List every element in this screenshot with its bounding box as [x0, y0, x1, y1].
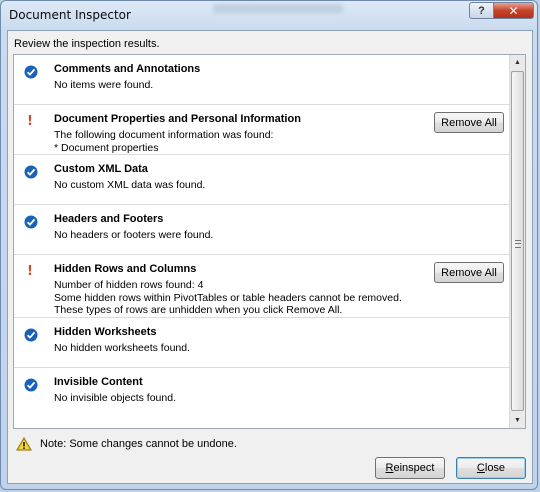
result-description: Number of hidden rows found: 4 Some hidde…	[54, 279, 402, 317]
vertical-scrollbar[interactable]: ▲ ▼	[509, 55, 525, 428]
result-title: Document Properties and Personal Informa…	[54, 113, 301, 125]
result-description: No custom XML data was found.	[54, 179, 205, 192]
result-title: Hidden Rows and Columns	[54, 263, 197, 275]
result-description: No invisible objects found.	[54, 392, 176, 405]
result-item: Headers and Footers No headers or footers…	[14, 205, 510, 255]
grip-icon	[515, 240, 521, 248]
exclamation-icon: !	[27, 114, 33, 129]
result-description: No headers or footers were found.	[54, 229, 213, 242]
result-description-line: No headers or footers were found.	[54, 229, 214, 241]
result-item: Comments and Annotations No items were fo…	[14, 55, 510, 105]
scroll-thumb[interactable]	[511, 71, 524, 411]
close-label: lose	[484, 462, 506, 474]
note-text: Note: Some changes cannot be undone.	[40, 438, 237, 450]
check-circle-icon	[24, 215, 38, 229]
close-button[interactable]: Close	[456, 457, 526, 479]
check-circle-icon	[24, 65, 38, 79]
result-title: Headers and Footers	[54, 213, 164, 225]
title-bar[interactable]: Document Inspector ? ✕	[1, 1, 537, 31]
warning-triangle-icon	[16, 437, 32, 451]
check-circle-icon	[24, 165, 38, 179]
scroll-up-icon[interactable]: ▲	[510, 55, 525, 70]
results-list-content: Comments and Annotations No items were fo…	[14, 55, 510, 418]
check-circle-icon	[24, 378, 38, 392]
result-description-line: Some hidden rows within PivotTables or t…	[54, 291, 402, 304]
result-description-line: No custom XML data was found.	[54, 179, 206, 191]
result-description-line: No invisible objects found.	[54, 392, 176, 404]
remove-all-button[interactable]: Remove All	[434, 112, 504, 133]
exclamation-icon: !	[27, 264, 33, 279]
background-window-title	[213, 4, 343, 13]
result-description: The following document information was f…	[54, 129, 273, 154]
result-title: Comments and Annotations	[54, 63, 201, 75]
result-description-line: The following document information was f…	[54, 129, 274, 141]
result-item: Custom XML Data No custom XML data was fo…	[14, 155, 510, 205]
instruction-text: Review the inspection results.	[14, 38, 160, 50]
note-row: Note: Some changes cannot be undone.	[16, 436, 237, 452]
result-title: Hidden Worksheets	[54, 326, 157, 338]
dialog-body: Review the inspection results. Comments …	[7, 30, 533, 484]
result-item: Invisible Content No invisible objects fo…	[14, 368, 510, 418]
close-window-button[interactable]: ✕	[493, 2, 534, 19]
remove-all-button[interactable]: Remove All	[434, 262, 504, 283]
result-title: Invisible Content	[54, 376, 143, 388]
result-description-line: No items were found.	[54, 79, 154, 91]
result-description-line: Number of hidden rows found: 4	[54, 279, 204, 291]
check-circle-icon	[24, 328, 38, 342]
result-description-line: * Document properties	[54, 141, 159, 154]
window-title: Document Inspector	[9, 8, 131, 22]
result-item: ! Hidden Rows and Columns Number of hidden…	[14, 255, 510, 318]
result-item: ! Document Properties and Personal Inform…	[14, 105, 510, 155]
reinspect-accelerator: R	[385, 462, 394, 474]
result-description-line: These types of rows are unhidden when yo…	[54, 304, 343, 316]
result-description-line: No hidden worksheets found.	[54, 342, 191, 354]
results-list[interactable]: Comments and Annotations No items were fo…	[13, 54, 526, 429]
help-button[interactable]: ?	[469, 2, 494, 19]
result-title: Custom XML Data	[54, 163, 148, 175]
reinspect-button[interactable]: Reinspect	[375, 457, 445, 479]
reinspect-label: einspect	[393, 462, 435, 474]
document-inspector-window: Document Inspector ? ✕ Review the inspec…	[0, 0, 538, 490]
result-description: No hidden worksheets found.	[54, 342, 190, 355]
result-description: No items were found.	[54, 79, 153, 92]
result-item: Hidden Worksheets No hidden worksheets fo…	[14, 318, 510, 368]
scroll-down-icon[interactable]: ▼	[510, 413, 525, 428]
close-accelerator: C	[476, 462, 485, 474]
